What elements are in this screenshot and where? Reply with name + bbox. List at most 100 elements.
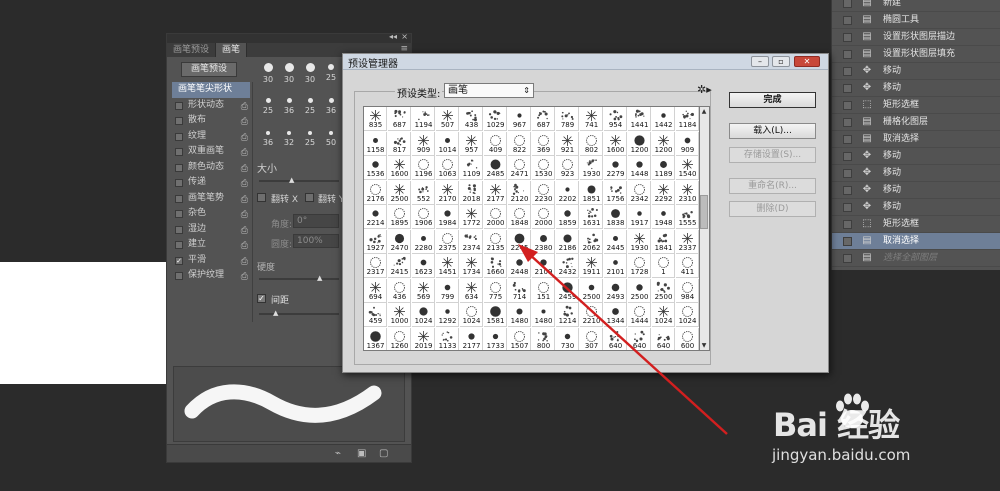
- setting-checkbox[interactable]: [175, 210, 183, 218]
- history-state-row[interactable]: ✥ 移动: [832, 80, 1000, 97]
- brush-tip-grid[interactable]: 30 30 30 25 25 36 25 36 36 32 25 50: [258, 62, 344, 168]
- brush-preset-cell[interactable]: 909: [412, 131, 435, 156]
- brush-tip-thumbnail[interactable]: 30: [279, 62, 299, 84]
- brush-preset-cell[interactable]: 1927: [364, 229, 387, 254]
- brush-preset-cell[interactable]: 1024: [412, 303, 435, 327]
- collapse-arrows-icon[interactable]: ◂◂: [389, 32, 397, 41]
- brush-preset-cell[interactable]: 741: [580, 107, 603, 131]
- brush-preset-cell[interactable]: 1930: [580, 156, 603, 180]
- brush-preset-cell[interactable]: 822: [508, 131, 531, 156]
- history-source-checkbox[interactable]: [843, 50, 852, 59]
- brush-preset-cell[interactable]: 1014: [436, 131, 459, 156]
- dialog-titlebar[interactable]: 预设管理器 – ▫ ✕: [343, 54, 828, 70]
- brush-preset-cell[interactable]: 2432: [556, 254, 579, 278]
- brush-preset-cell[interactable]: 800: [532, 327, 555, 350]
- brush-preset-cell[interactable]: 694: [364, 278, 387, 303]
- brush-tip-thumbnail[interactable]: 36: [258, 128, 278, 147]
- brush-preset-cell[interactable]: 775: [484, 278, 507, 303]
- brush-preset-cell[interactable]: 2415: [388, 254, 411, 278]
- brush-preset-cell[interactable]: 1214: [556, 303, 579, 327]
- preset-grid-scrollbar[interactable]: ▲ ▼: [700, 106, 710, 351]
- brush-tip-thumbnail[interactable]: 32: [279, 128, 299, 147]
- brush-preset-cell[interactable]: 1851: [580, 180, 603, 205]
- brush-tip-thumbnail[interactable]: 36: [279, 95, 299, 115]
- history-source-checkbox[interactable]: [843, 220, 852, 229]
- history-source-checkbox[interactable]: [843, 203, 852, 212]
- brush-preset-cell[interactable]: 1728: [628, 254, 651, 278]
- brush-preset-cell[interactable]: 2500: [652, 278, 675, 303]
- brush-preset-cell[interactable]: 2380: [532, 229, 555, 254]
- brush-preset-cell[interactable]: 1448: [628, 156, 651, 180]
- history-source-checkbox[interactable]: [843, 67, 852, 76]
- brush-preset-cell[interactable]: 2245: [508, 229, 531, 254]
- brush-tip-thumbnail[interactable]: 36: [321, 95, 341, 115]
- brush-preset-cell[interactable]: 2500: [628, 278, 651, 303]
- setting-checkbox[interactable]: [175, 163, 183, 172]
- new-preset-icon[interactable]: ▣: [357, 448, 366, 459]
- brush-preset-cell[interactable]: 954: [604, 107, 627, 131]
- scroll-thumb[interactable]: [700, 195, 708, 229]
- brush-preset-cell[interactable]: 2230: [532, 180, 555, 205]
- brush-preset-cell[interactable]: 1200: [652, 131, 675, 156]
- roundness-input[interactable]: 100%: [293, 234, 339, 248]
- setting-checkbox[interactable]: [175, 225, 183, 234]
- spacing-slider[interactable]: ▲: [259, 309, 339, 317]
- setting-checkbox[interactable]: [175, 241, 183, 249]
- brush-preset-cell[interactable]: 2214: [364, 205, 387, 229]
- brush-preset-cell[interactable]: 2018: [460, 180, 483, 205]
- brush-preset-cell[interactable]: 1906: [412, 205, 435, 229]
- brush-preset-cell[interactable]: 687: [532, 107, 555, 131]
- gear-icon[interactable]: ✲▸: [697, 83, 712, 96]
- brush-preset-cell[interactable]: 1184: [676, 107, 699, 131]
- brush-preset-cell[interactable]: 634: [460, 278, 483, 303]
- brush-tip-thumbnail[interactable]: 25: [300, 128, 320, 147]
- brush-setting-item[interactable]: 保护纹理 ⎙: [172, 268, 250, 284]
- brush-preset-cell[interactable]: 1158: [364, 131, 387, 156]
- brush-tip-thumbnail[interactable]: 25: [300, 95, 320, 115]
- brush-preset-cell[interactable]: 1848: [508, 205, 531, 229]
- brush-tip-thumbnail[interactable]: 30: [300, 62, 320, 84]
- brush-preset-cell[interactable]: 1536: [364, 156, 387, 180]
- history-source-checkbox[interactable]: [843, 186, 852, 195]
- brush-preset-cell[interactable]: 411: [676, 254, 699, 278]
- brush-preset-cell[interactable]: 1530: [532, 156, 555, 180]
- brush-preset-cell[interactable]: 2448: [508, 254, 531, 278]
- history-state-row[interactable]: ✥ 移动: [832, 182, 1000, 199]
- save-settings-button[interactable]: 存储设置(S)...: [729, 147, 816, 163]
- scroll-up-icon[interactable]: ▲: [700, 108, 708, 115]
- brush-preset-cell[interactable]: 1194: [412, 107, 435, 131]
- brush-preset-cell[interactable]: 687: [388, 107, 411, 131]
- brush-preset-cell[interactable]: 967: [508, 107, 531, 131]
- brush-preset-cell[interactable]: 1480: [508, 303, 531, 327]
- brush-tip-thumbnail[interactable]: 30: [258, 62, 278, 84]
- setting-checkbox[interactable]: [175, 179, 183, 187]
- brush-preset-cell[interactable]: 802: [580, 131, 603, 156]
- setting-checkbox[interactable]: [175, 117, 183, 125]
- brush-preset-cell[interactable]: 1540: [676, 156, 699, 180]
- brush-tip-thumbnail[interactable]: 25: [321, 62, 341, 82]
- minimize-icon[interactable]: –: [751, 56, 769, 67]
- create-new-brush-icon[interactable]: ▢: [379, 448, 388, 459]
- brush-preset-cell[interactable]: 2109: [532, 254, 555, 278]
- brush-preset-cell[interactable]: 1200: [628, 131, 651, 156]
- brush-preset-cell[interactable]: 2470: [388, 229, 411, 254]
- brush-preset-cell[interactable]: 1756: [604, 180, 627, 205]
- load-button[interactable]: 载入(L)...: [729, 123, 816, 139]
- brush-setting-item[interactable]: 双重画笔 ⎙: [172, 144, 250, 160]
- brush-preset-cell[interactable]: 799: [436, 278, 459, 303]
- brush-preset-cell[interactable]: 600: [676, 327, 699, 350]
- brush-preset-cell[interactable]: 2177: [484, 180, 507, 205]
- brush-preset-grid[interactable]: 835 687 1194 507 438 1029 967 687 789 741 954 1441 1…: [363, 106, 700, 351]
- brush-preset-cell[interactable]: 1600: [388, 156, 411, 180]
- brush-preset-cell[interactable]: 2374: [460, 229, 483, 254]
- brush-preset-cell[interactable]: 438: [460, 107, 483, 131]
- brush-preset-cell[interactable]: 1444: [628, 303, 651, 327]
- brush-preset-cell[interactable]: 2000: [532, 205, 555, 229]
- brush-preset-cell[interactable]: 1063: [436, 156, 459, 180]
- setting-checkbox[interactable]: [175, 272, 183, 280]
- close-icon[interactable]: ×: [401, 32, 408, 41]
- maximize-icon[interactable]: ▫: [772, 56, 790, 67]
- lock-icon[interactable]: ⎙: [241, 270, 248, 285]
- panel-collapse-bar[interactable]: ◂◂ ×: [167, 32, 411, 43]
- brush-preset-cell[interactable]: 640: [604, 327, 627, 350]
